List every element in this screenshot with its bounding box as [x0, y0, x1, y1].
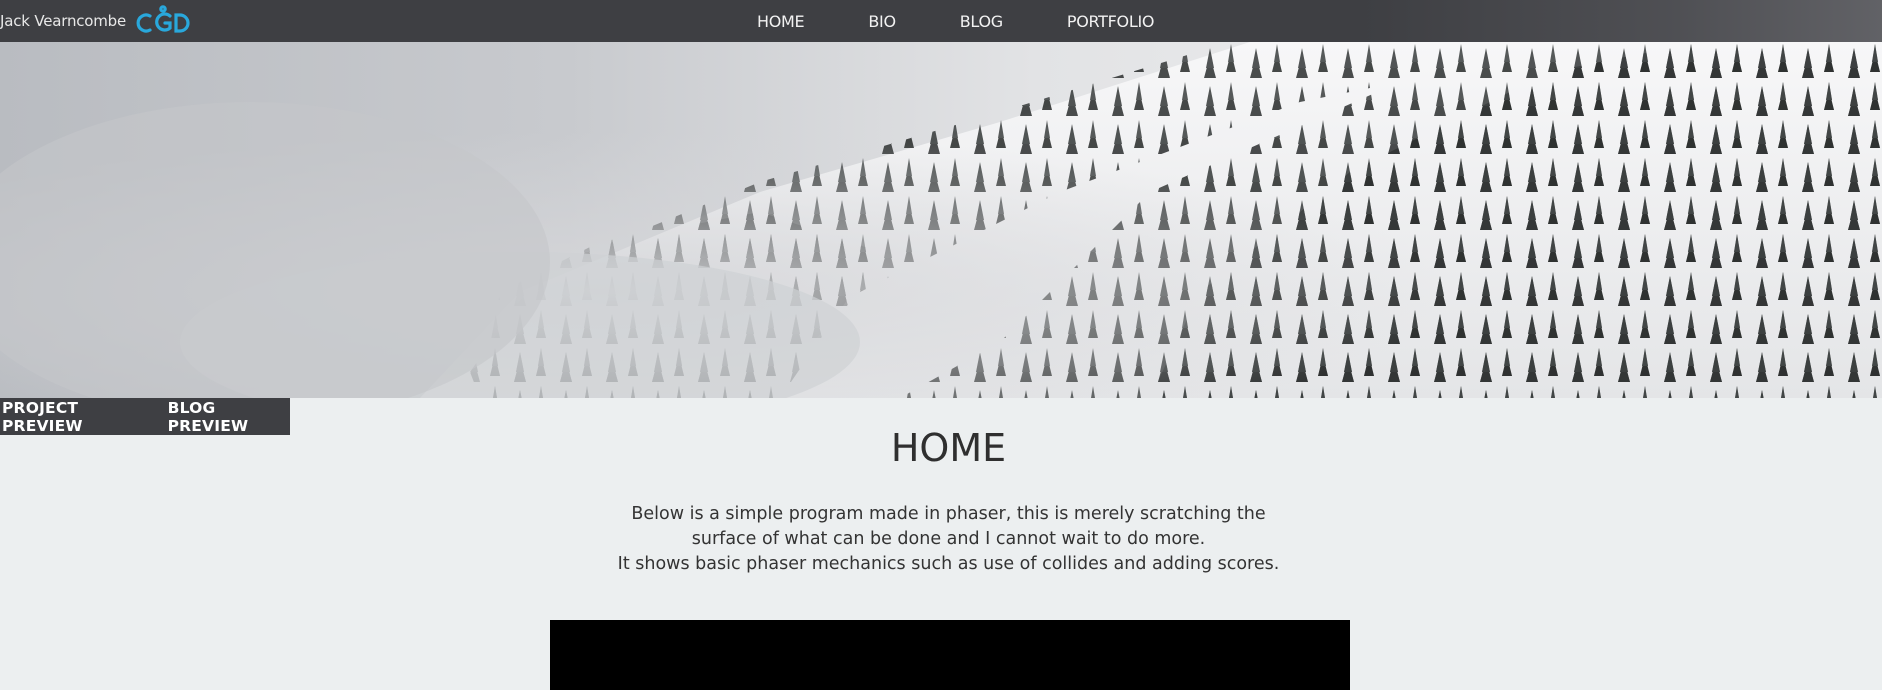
hero-banner — [0, 42, 1882, 398]
nav-portfolio[interactable]: PORTFOLIO — [1067, 12, 1155, 31]
page-title: HOME — [890, 426, 1007, 470]
phaser-game-canvas[interactable] — [550, 620, 1350, 690]
nav-blog[interactable]: BLOG — [960, 12, 1003, 31]
intro-line: Below is a simple program made in phaser… — [631, 504, 1266, 524]
top-navbar: Jack Vearncombe HOME BIO BLOG PORTFOLIO — [0, 0, 1882, 42]
main-nav: HOME BIO BLOG PORTFOLIO — [757, 0, 1154, 42]
snowy-forest-image — [0, 42, 1882, 398]
cgd-logo-icon[interactable] — [136, 4, 190, 38]
intro-line: It shows basic phaser mechanics such as … — [617, 554, 1280, 574]
brand[interactable]: Jack Vearncombe — [0, 0, 190, 42]
intro-text: Below is a simple program made in phaser… — [600, 502, 1297, 577]
intro-line: surface of what can be done and I cannot… — [691, 529, 1206, 549]
nav-home[interactable]: HOME — [757, 12, 805, 31]
navbar-texture — [1362, 0, 1882, 42]
brand-name[interactable]: Jack Vearncombe — [0, 12, 126, 30]
nav-bio[interactable]: BIO — [868, 12, 896, 31]
